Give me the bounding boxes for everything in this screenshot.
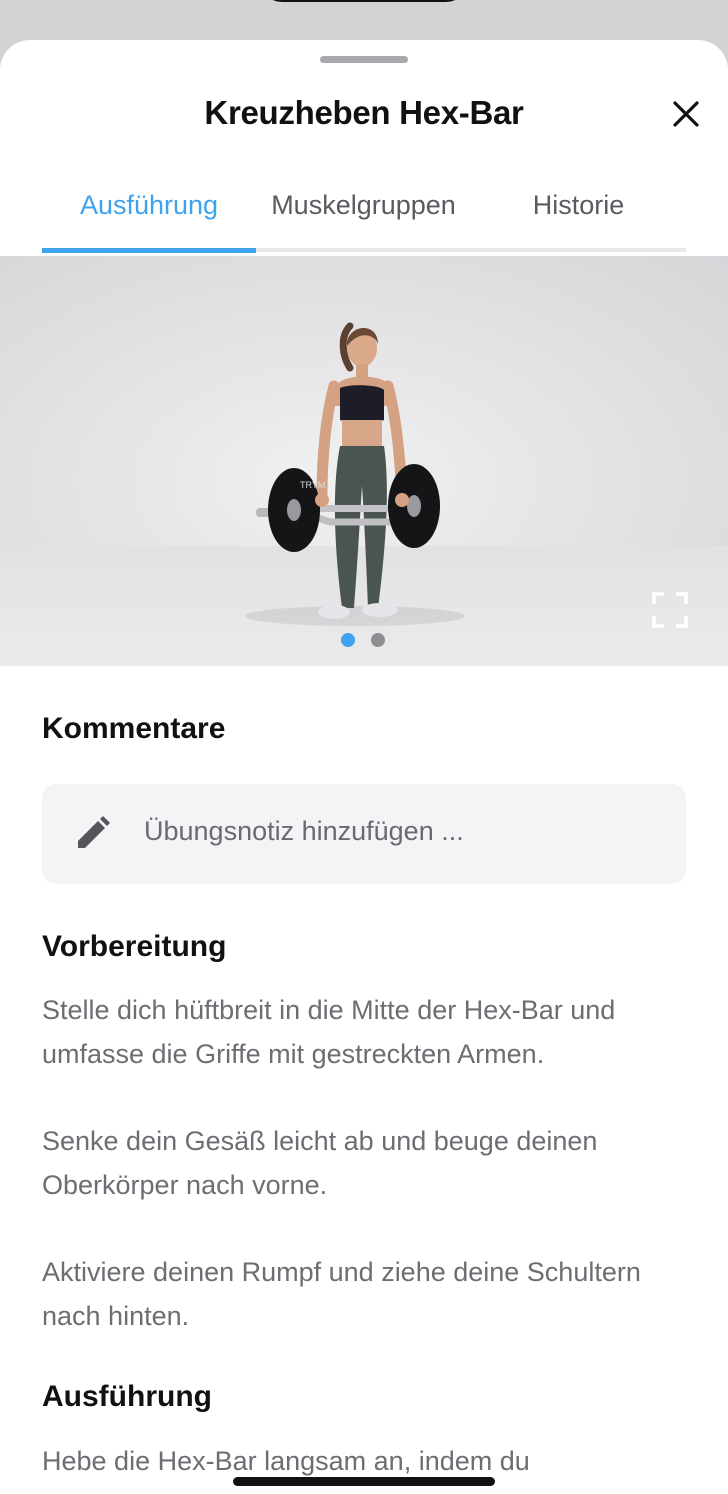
exercise-photo: TRYM — [245, 322, 465, 626]
fullscreen-button[interactable] — [650, 590, 690, 630]
exercise-title: Kreuzheben Hex-Bar — [204, 94, 524, 131]
carousel-dot-1[interactable] — [341, 633, 355, 647]
sheet-grabber[interactable] — [320, 56, 408, 63]
home-indicator[interactable] — [233, 1477, 495, 1486]
exercise-sheet: Kreuzheben Hex-Bar Ausführung Muskelgrup… — [0, 40, 728, 1494]
device-notch — [260, 0, 468, 2]
preparation-step-1: Stelle dich hüftbreit in die Mitte der H… — [42, 995, 616, 1069]
exercise-note-input[interactable]: Übungsnotiz hinzufügen ... — [42, 784, 686, 884]
tab-bar: Ausführung Muskelgruppen Historie — [42, 180, 686, 256]
comments-heading: Kommentare — [42, 712, 226, 745]
close-button[interactable] — [666, 94, 706, 134]
note-placeholder: Übungsnotiz hinzufügen ... — [144, 816, 464, 846]
execution-heading: Ausführung — [42, 1380, 212, 1413]
carousel-dot-2[interactable] — [371, 633, 385, 647]
tab-muskelgruppen[interactable]: Muskelgruppen — [256, 190, 471, 221]
fullscreen-icon — [652, 592, 688, 628]
preparation-step-3: Aktiviere deinen Rumpf und ziehe deine S… — [42, 1257, 641, 1331]
tab-active-indicator — [42, 248, 256, 253]
plate-brand-text: TRYM — [300, 480, 325, 490]
exercise-media-carousel[interactable]: TRYM — [0, 256, 728, 666]
tab-historie[interactable]: Historie — [471, 190, 686, 221]
close-icon — [673, 101, 699, 127]
pencil-icon — [78, 816, 110, 848]
preparation-heading: Vorbereitung — [42, 930, 227, 963]
preparation-step-2: Senke dein Gesäß leicht ab und beuge dei… — [42, 1126, 598, 1200]
tab-ausfuehrung[interactable]: Ausführung — [42, 190, 256, 221]
